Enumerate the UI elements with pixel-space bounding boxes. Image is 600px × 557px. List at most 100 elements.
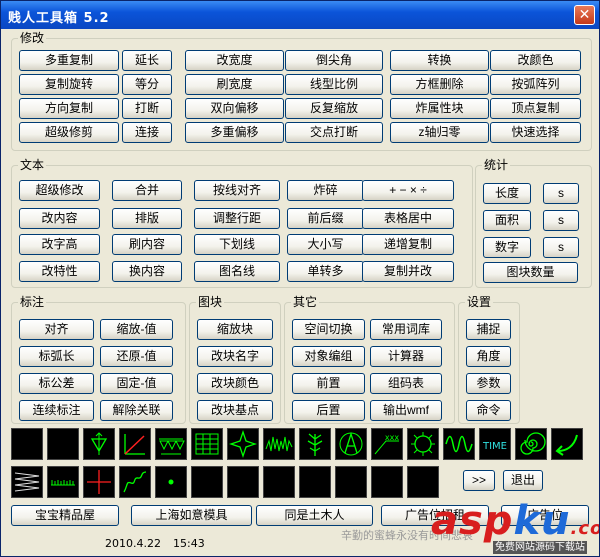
toolbar-blank-7-icon[interactable] — [227, 466, 259, 498]
grid-table-icon[interactable] — [191, 428, 223, 460]
text-btn-1-0[interactable]: 改内容 — [19, 208, 100, 229]
other-btn-0-1[interactable]: 常用词库 — [370, 319, 442, 340]
gear-circle-icon[interactable] — [407, 428, 439, 460]
stats-btn-2[interactable]: 数字 — [483, 237, 531, 258]
dim-btn-1-0[interactable]: 标弧长 — [19, 346, 94, 367]
text-btn-0-0[interactable]: 超级修改 — [19, 180, 100, 201]
text-btn-1-2[interactable]: 调整行距 — [194, 208, 280, 229]
modify-btn-1-5[interactable]: 按弧阵列 — [490, 74, 581, 95]
text-btn-2-3[interactable]: 大小写 — [287, 234, 364, 255]
triangles-row-icon[interactable] — [155, 428, 187, 460]
ruler-icon[interactable] — [47, 466, 79, 498]
modify-btn-0-3[interactable]: 倒尖角 — [285, 50, 383, 71]
modify-btn-1-2[interactable]: 刷宽度 — [185, 74, 284, 95]
other-btn-1-0[interactable]: 对象编组 — [292, 346, 365, 367]
crosshair-icon[interactable] — [83, 466, 115, 498]
dim-btn-3-1[interactable]: 解除关联 — [100, 400, 173, 421]
squiggle-icon[interactable] — [119, 466, 151, 498]
dim-btn-3-0[interactable]: 连续标注 — [19, 400, 94, 421]
modify-btn-2-0[interactable]: 方向复制 — [19, 98, 119, 119]
triangle-arrows-icon[interactable] — [83, 428, 115, 460]
next-page-button[interactable]: >> — [463, 470, 495, 491]
compass-a-icon[interactable] — [335, 428, 367, 460]
toolbar-blank-9-icon[interactable] — [299, 466, 331, 498]
toolbar-blank-1-icon[interactable] — [11, 428, 43, 460]
text-btn-2-1[interactable]: 刷内容 — [112, 234, 182, 255]
text-btn-1-4[interactable]: 表格居中 — [362, 208, 454, 229]
modify-btn-1-3[interactable]: 线型比例 — [285, 74, 383, 95]
spring-icon[interactable] — [11, 466, 43, 498]
settings-btn-2[interactable]: 参数 — [466, 373, 511, 394]
text-btn-0-4[interactable]: + − × ÷ — [362, 180, 454, 201]
text-btn-0-2[interactable]: 按线对齐 — [194, 180, 280, 201]
toolbar-blank-6-icon[interactable] — [191, 466, 223, 498]
modify-btn-2-2[interactable]: 双向偏移 — [185, 98, 284, 119]
text-btn-2-2[interactable]: 下划线 — [194, 234, 280, 255]
toolbar-blank-10-icon[interactable] — [335, 466, 367, 498]
text-btn-3-4[interactable]: 复制并改 — [362, 261, 454, 282]
spiral-icon[interactable] — [515, 428, 547, 460]
other-btn-1-1[interactable]: 计算器 — [370, 346, 442, 367]
other-btn-3-0[interactable]: 后置 — [292, 400, 365, 421]
text-btn-0-3[interactable]: 炸碎 — [287, 180, 364, 201]
modify-btn-3-4[interactable]: z轴归零 — [390, 122, 489, 143]
settings-btn-3[interactable]: 命令 — [466, 400, 511, 421]
dim-btn-0-1[interactable]: 缩放-值 — [100, 319, 173, 340]
block-btn-0[interactable]: 缩放块 — [197, 319, 273, 340]
text-btn-3-0[interactable]: 改特性 — [19, 261, 100, 282]
modify-btn-2-1[interactable]: 打断 — [122, 98, 172, 119]
settings-btn-0[interactable]: 捕捉 — [466, 319, 511, 340]
stats-s-btn-1[interactable]: s — [543, 210, 579, 231]
link-button-3[interactable]: 同是土木人 — [256, 505, 373, 526]
settings-btn-1[interactable]: 角度 — [466, 346, 511, 367]
block-count-button[interactable]: 图块数量 — [483, 262, 578, 283]
modify-btn-2-5[interactable]: 顶点复制 — [490, 98, 581, 119]
other-btn-2-0[interactable]: 前置 — [292, 373, 365, 394]
xxx-slope-icon[interactable]: xxx — [371, 428, 403, 460]
modify-btn-3-0[interactable]: 超级修剪 — [19, 122, 119, 143]
modify-btn-0-5[interactable]: 改颜色 — [490, 50, 581, 71]
toolbar-blank-2-icon[interactable] — [47, 428, 79, 460]
time-text-icon[interactable]: TIME — [479, 428, 511, 460]
stats-btn-0[interactable]: 长度 — [483, 183, 531, 204]
text-btn-3-3[interactable]: 单转多 — [287, 261, 364, 282]
other-btn-3-1[interactable]: 输出wmf — [370, 400, 442, 421]
block-btn-3[interactable]: 改块基点 — [197, 400, 273, 421]
modify-btn-1-4[interactable]: 方框删除 — [390, 74, 489, 95]
text-btn-1-3[interactable]: 前后缀 — [287, 208, 364, 229]
title-bar[interactable]: 贱人工具箱 5.2 ✕ — [1, 1, 599, 29]
stats-s-btn-0[interactable]: s — [543, 183, 579, 204]
modify-btn-3-5[interactable]: 快速选择 — [490, 122, 581, 143]
modify-btn-0-2[interactable]: 改宽度 — [185, 50, 284, 71]
modify-btn-0-4[interactable]: 转换 — [390, 50, 489, 71]
tree-plant-icon[interactable] — [299, 428, 331, 460]
exit-button[interactable]: 退出 — [503, 470, 543, 491]
dot-icon[interactable] — [155, 466, 187, 498]
text-btn-2-0[interactable]: 改字高 — [19, 234, 100, 255]
stats-btn-1[interactable]: 面积 — [483, 210, 531, 231]
toolbar-blank-8-icon[interactable] — [263, 466, 295, 498]
star-diamond-icon[interactable] — [227, 428, 259, 460]
block-btn-2[interactable]: 改块颜色 — [197, 373, 273, 394]
other-btn-2-1[interactable]: 组码表 — [370, 373, 442, 394]
other-btn-0-0[interactable]: 空间切换 — [292, 319, 365, 340]
curved-arrow-icon[interactable] — [551, 428, 583, 460]
modify-btn-2-3[interactable]: 反复缩放 — [285, 98, 383, 119]
close-button[interactable]: ✕ — [574, 5, 595, 25]
modify-btn-2-4[interactable]: 炸属性块 — [390, 98, 489, 119]
link-button-2[interactable]: 上海如意模具 — [131, 505, 252, 526]
dim-btn-2-0[interactable]: 标公差 — [19, 373, 94, 394]
modify-btn-3-1[interactable]: 连接 — [122, 122, 172, 143]
modify-btn-1-0[interactable]: 复制旋转 — [19, 74, 119, 95]
angle-red-icon[interactable] — [119, 428, 151, 460]
text-btn-2-4[interactable]: 递增复制 — [362, 234, 454, 255]
stats-s-btn-2[interactable]: s — [543, 237, 579, 258]
modify-btn-1-1[interactable]: 等分 — [122, 74, 172, 95]
text-btn-0-1[interactable]: 合并 — [112, 180, 182, 201]
zigzag-wave-icon[interactable] — [263, 428, 295, 460]
sine-wave-icon[interactable] — [443, 428, 475, 460]
dim-btn-1-1[interactable]: 还原-值 — [100, 346, 173, 367]
link-button-1[interactable]: 宝宝精品屋 — [11, 505, 119, 526]
modify-btn-0-1[interactable]: 延长 — [122, 50, 172, 71]
modify-btn-0-0[interactable]: 多重复制 — [19, 50, 119, 71]
